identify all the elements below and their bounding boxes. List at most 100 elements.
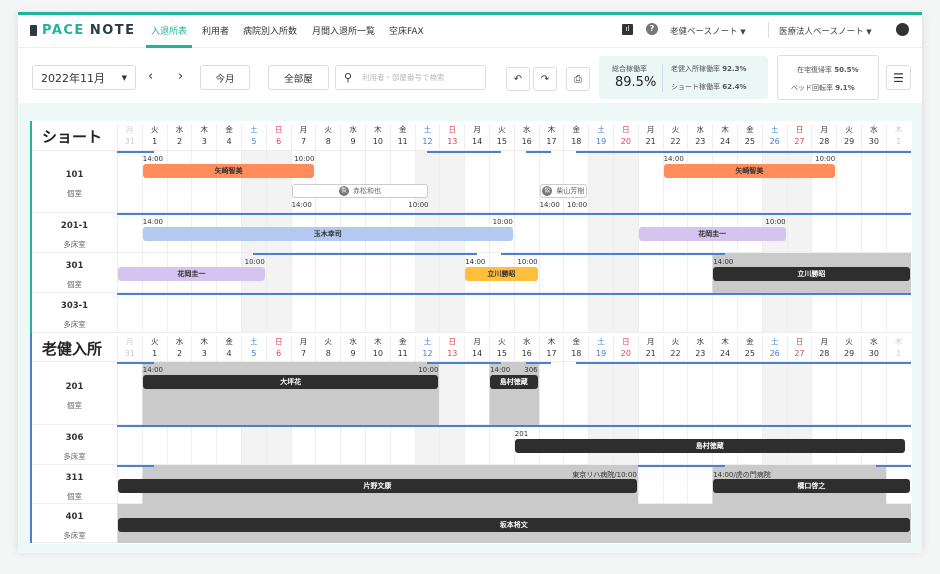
redo-button[interactable]: ↷ — [533, 67, 557, 91]
day-cell[interactable] — [241, 151, 266, 212]
day-cell[interactable] — [786, 293, 812, 332]
day-cell[interactable] — [761, 151, 787, 212]
day-cell[interactable] — [241, 425, 266, 464]
day-cell[interactable] — [588, 213, 613, 252]
day-cell[interactable] — [166, 151, 192, 212]
day-cell[interactable] — [191, 293, 216, 332]
day-cell[interactable] — [365, 425, 390, 464]
day-cell[interactable] — [265, 253, 291, 292]
stay-bar[interactable]: 島村徳蔵 — [514, 439, 905, 453]
day-cell[interactable] — [315, 151, 340, 212]
day-cell[interactable] — [613, 293, 638, 332]
day-cell[interactable] — [613, 151, 638, 212]
day-cell[interactable] — [613, 362, 638, 424]
help-icon[interactable]: ? — [646, 23, 658, 35]
stay-bar[interactable]: 花岡圭一 — [118, 267, 265, 281]
day-cell[interactable] — [141, 293, 167, 332]
facility-select[interactable]: 老健ベースノート ▼ — [670, 25, 746, 37]
day-cell[interactable] — [637, 465, 663, 503]
day-cell[interactable] — [241, 293, 266, 332]
user-account-icon[interactable] — [896, 23, 909, 36]
day-cell[interactable] — [439, 253, 465, 292]
day-cell[interactable] — [464, 425, 489, 464]
tab-users[interactable]: 利用者 — [202, 24, 229, 37]
day-cell[interactable] — [340, 425, 365, 464]
day-cell[interactable] — [340, 253, 365, 292]
day-cell[interactable] — [563, 253, 588, 292]
day-cell[interactable] — [315, 253, 340, 292]
day-cell[interactable] — [265, 151, 291, 212]
day-cell[interactable] — [315, 425, 340, 464]
tab-monthly-list[interactable]: 月間入退所一覧 — [312, 24, 375, 37]
day-cell[interactable] — [166, 293, 192, 332]
day-cell[interactable] — [885, 213, 911, 252]
day-cell[interactable] — [216, 151, 241, 212]
stay-bar[interactable]: 立川勝昭 — [465, 267, 538, 281]
room-filter-button[interactable]: 全部屋 — [268, 65, 329, 90]
day-cell[interactable] — [836, 362, 861, 424]
prev-month-button[interactable]: ‹ — [148, 69, 153, 84]
day-cell[interactable] — [290, 425, 316, 464]
day-cell[interactable] — [836, 151, 861, 212]
day-cell[interactable] — [563, 213, 588, 252]
day-cell[interactable] — [687, 362, 712, 424]
day-cell[interactable] — [489, 151, 514, 212]
day-cell[interactable] — [538, 253, 564, 292]
day-cell[interactable] — [563, 293, 588, 332]
day-cell[interactable] — [389, 293, 415, 332]
day-cell[interactable] — [811, 293, 836, 332]
day-cell[interactable] — [861, 151, 886, 212]
day-cell[interactable] — [761, 362, 787, 424]
day-cell[interactable] — [712, 151, 737, 212]
day-cell[interactable] — [340, 151, 365, 212]
day-cell[interactable] — [489, 425, 514, 464]
day-cell[interactable] — [538, 362, 564, 424]
print-button[interactable]: ⎙ — [566, 67, 590, 91]
day-cell[interactable] — [885, 362, 911, 424]
day-cell[interactable] — [439, 425, 465, 464]
day-cell[interactable] — [588, 253, 613, 292]
day-cell[interactable] — [216, 293, 241, 332]
day-cell[interactable] — [761, 293, 787, 332]
day-cell[interactable] — [637, 362, 663, 424]
day-cell[interactable] — [786, 151, 812, 212]
day-cell[interactable] — [191, 151, 216, 212]
day-cell[interactable] — [117, 425, 142, 464]
day-cell[interactable] — [439, 293, 465, 332]
day-cell[interactable] — [117, 362, 142, 424]
day-cell[interactable] — [861, 293, 886, 332]
day-cell[interactable] — [290, 253, 316, 292]
next-month-button[interactable]: › — [178, 69, 183, 84]
month-select[interactable]: 2022年11月 ▼ — [32, 65, 136, 90]
day-cell[interactable] — [588, 151, 613, 212]
day-cell[interactable] — [365, 293, 390, 332]
stay-bar[interactable]: 矢崎智美 — [142, 164, 315, 178]
stay-bar[interactable]: 坂本将文 — [118, 518, 910, 532]
day-cell[interactable] — [563, 362, 588, 424]
day-cell[interactable] — [637, 293, 663, 332]
search-input[interactable]: ⚲ 利用者・部屋番号で検索 — [335, 65, 486, 90]
day-cell[interactable] — [513, 151, 539, 212]
day-cell[interactable] — [786, 362, 812, 424]
tab-vacant-fax[interactable]: 空床FAX — [389, 24, 424, 37]
day-cell[interactable] — [166, 425, 192, 464]
this-month-button[interactable]: 今月 — [200, 65, 250, 90]
day-cell[interactable] — [513, 293, 539, 332]
day-cell[interactable] — [712, 362, 737, 424]
day-cell[interactable] — [637, 151, 663, 212]
day-cell[interactable] — [737, 151, 762, 212]
day-cell[interactable] — [737, 362, 762, 424]
day-cell[interactable] — [786, 213, 812, 252]
day-cell[interactable] — [613, 253, 638, 292]
undo-button[interactable]: ↶ — [506, 67, 530, 91]
tab-hospital-admissions[interactable]: 病院別入所数 — [243, 24, 297, 37]
day-cell[interactable] — [141, 425, 167, 464]
stay-bar[interactable]: 大坪花 — [142, 375, 439, 389]
day-cell[interactable] — [414, 293, 440, 332]
day-cell[interactable] — [687, 151, 712, 212]
day-cell[interactable] — [265, 425, 291, 464]
day-cell[interactable] — [513, 213, 539, 252]
day-cell[interactable] — [687, 293, 712, 332]
stay-bar[interactable]: 島村徳蔵 — [490, 375, 538, 389]
day-cell[interactable] — [216, 425, 241, 464]
